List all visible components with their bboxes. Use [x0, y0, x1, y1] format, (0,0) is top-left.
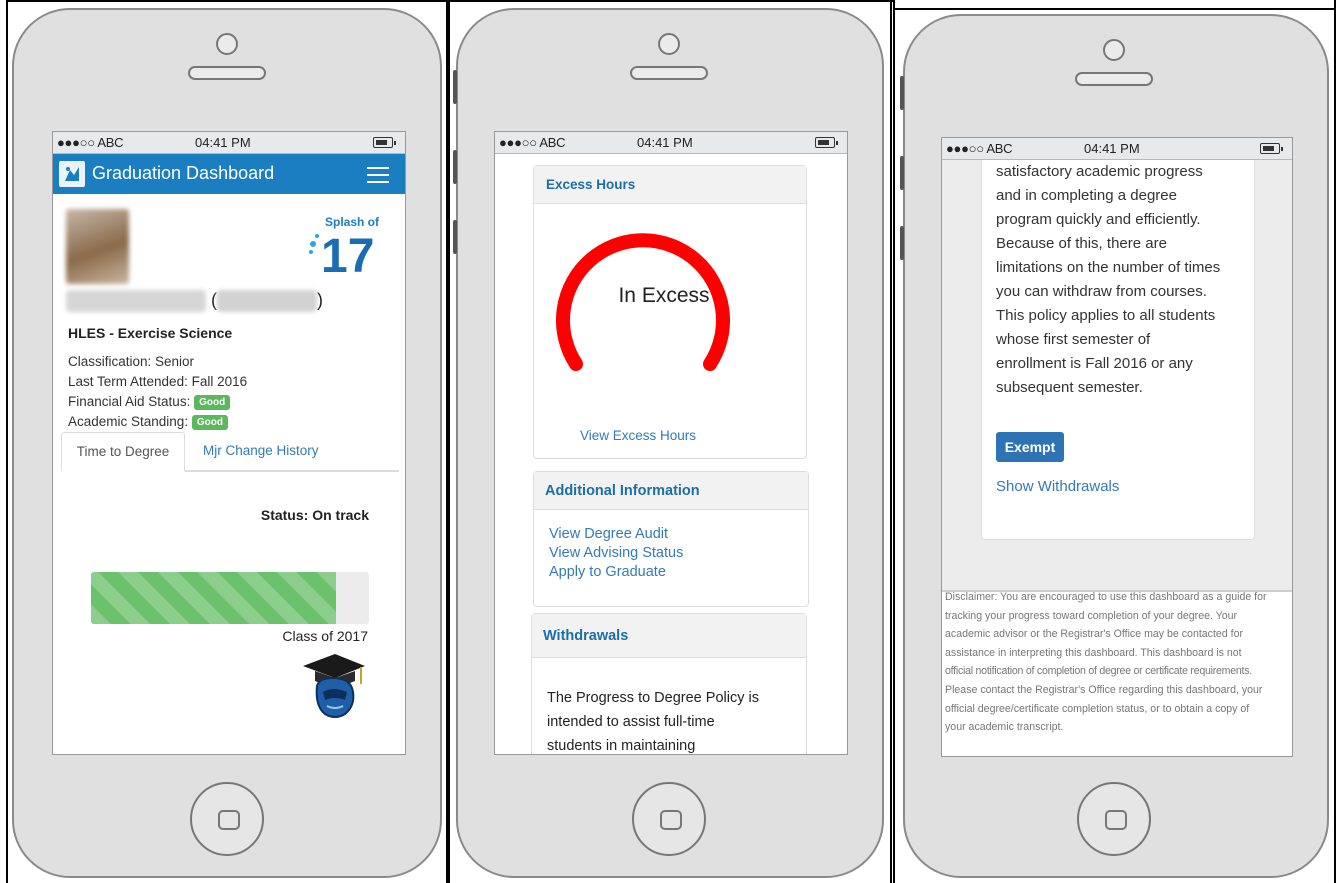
phone-body: ●●●○○ ABC 04:41 PM Graduation Dashboard …: [12, 8, 442, 878]
clock-text: 04:41 PM: [195, 135, 251, 150]
carrier-text: ●●●○○ ABC: [499, 135, 566, 150]
carrier-text: ●●●○○ ABC: [946, 141, 1013, 156]
clock-text: 04:41 PM: [637, 135, 693, 150]
student-id-redacted: [217, 290, 317, 312]
major-title: HLES - Exercise Science: [68, 325, 233, 341]
ios-status-bar: ●●●○○ ABC 04:41 PM: [53, 132, 405, 154]
clock-text: 04:41 PM: [1084, 141, 1140, 156]
frame-border: [890, 0, 892, 883]
scroll-content: satisfactory academic progress and in co…: [942, 150, 1292, 756]
battery-icon: [373, 137, 396, 148]
class-of-label: Class of 2017: [282, 628, 368, 644]
volume-button: [453, 220, 457, 254]
student-photo: [66, 209, 129, 284]
frame-border: [893, 8, 1336, 10]
battery-icon: [1260, 143, 1283, 154]
phone-screen: ●●●○○ ABC 04:41 PM satisfactory academic…: [941, 137, 1293, 757]
home-button[interactable]: [190, 782, 264, 856]
withdrawals-policy-text: satisfactory academic progress and in co…: [996, 163, 1221, 396]
app-title: Graduation Dashboard: [92, 163, 275, 183]
splash-of-17-logo: Splash of 17: [309, 215, 380, 274]
degree-progress-bar: [91, 572, 369, 624]
view-excess-hours-link[interactable]: View Excess Hours: [580, 428, 696, 443]
battery-icon: [815, 137, 838, 148]
financial-aid-row: Financial Aid Status: Good: [68, 394, 231, 410]
withdrawals-header: Withdrawals: [532, 614, 806, 658]
home-square-icon: [218, 810, 240, 830]
tab-time-to-degree[interactable]: Time to Degree: [61, 432, 185, 472]
volume-button: [900, 156, 904, 190]
frame-border: [448, 0, 450, 883]
frame-border: [448, 0, 893, 2]
home-button[interactable]: [632, 782, 706, 856]
svg-text:17: 17: [321, 230, 374, 274]
front-camera: [1103, 39, 1125, 61]
additional-info-header: Additional Information: [534, 472, 808, 510]
volume-button: [453, 150, 457, 184]
home-square-icon: [660, 810, 682, 830]
frame-border: [6, 0, 448, 2]
view-degree-audit-link[interactable]: View Degree Audit: [549, 526, 668, 542]
speaker-grille: [630, 66, 708, 80]
disclaimer-text: Disclaimer: You are encouraged to use th…: [945, 591, 1267, 734]
tab-bar: Time to Degree Mjr Change History: [61, 432, 399, 472]
home-button[interactable]: [1077, 782, 1151, 856]
graduation-cap-mascot-icon: [303, 654, 365, 718]
exempt-button[interactable]: Exempt: [996, 432, 1064, 462]
phone-body: ●●●○○ ABC 04:41 PM satisfactory academic…: [900, 14, 1329, 878]
last-term-text: Last Term Attended: Fall 2016: [68, 374, 248, 389]
home-square-icon: [1105, 810, 1127, 830]
speaker-grille: [188, 66, 266, 80]
tab-mjr-change-history[interactable]: Mjr Change History: [203, 443, 319, 458]
frame-border: [6, 0, 8, 883]
speaker-grille: [1075, 72, 1153, 86]
app-header: Graduation Dashboard: [53, 154, 405, 194]
phone-screen: ●●●○○ ABC 04:41 PM Excess Hours In Exces…: [494, 131, 848, 755]
withdrawals-card: Withdrawals The Progress to Degree Polic…: [531, 613, 807, 754]
progress-fill: [91, 572, 336, 624]
academic-standing-label: Academic Standing:: [68, 414, 189, 429]
hamburger-menu-icon[interactable]: [367, 167, 389, 183]
apply-to-graduate-link[interactable]: Apply to Graduate: [549, 564, 666, 580]
phone-body: ●●●○○ ABC 04:41 PM Excess Hours In Exces…: [453, 8, 884, 878]
financial-aid-label: Financial Aid Status:: [68, 394, 191, 409]
volume-button: [453, 70, 457, 104]
frame-border: [893, 0, 895, 883]
student-name-redacted: [66, 290, 206, 312]
financial-aid-badge: Good: [194, 395, 231, 410]
phone-panel-2: ●●●○○ ABC 04:41 PM Excess Hours In Exces…: [448, 0, 893, 883]
excess-hours-card: Excess Hours In Excess View Excess Hours: [533, 165, 807, 459]
excess-hours-header: Excess Hours: [534, 166, 806, 204]
volume-button: [900, 76, 904, 110]
status-text: Status: On track: [260, 507, 369, 523]
academic-standing-row: Academic Standing: Good: [68, 414, 228, 430]
phone-panel-1: ●●●○○ ABC 04:41 PM Graduation Dashboard …: [0, 0, 448, 883]
volume-button: [900, 226, 904, 260]
paren-close: ): [317, 290, 323, 310]
svg-text:Splash of: Splash of: [325, 215, 380, 229]
academic-standing-badge: Good: [191, 415, 228, 430]
ios-status-bar: ●●●○○ ABC 04:41 PM: [942, 138, 1292, 160]
view-advising-status-link[interactable]: View Advising Status: [549, 545, 683, 561]
phone-screen: ●●●○○ ABC 04:41 PM Graduation Dashboard …: [52, 131, 406, 755]
show-withdrawals-link[interactable]: Show Withdrawals: [996, 478, 1119, 495]
additional-info-card: Additional Information View Degree Audit…: [533, 471, 809, 607]
gauge-label: In Excess: [618, 284, 710, 307]
carrier-text: ●●●○○ ABC: [57, 135, 124, 150]
classification-text: Classification: Senior: [68, 354, 195, 369]
university-logo-icon[interactable]: [59, 161, 85, 187]
front-camera: [216, 33, 238, 55]
withdrawals-policy-text: The Progress to Degree Policy is intende…: [547, 690, 759, 754]
phone-panel-3: ●●●○○ ABC 04:41 PM satisfactory academic…: [893, 0, 1336, 883]
front-camera: [658, 33, 680, 55]
ios-status-bar: ●●●○○ ABC 04:41 PM: [495, 132, 847, 154]
